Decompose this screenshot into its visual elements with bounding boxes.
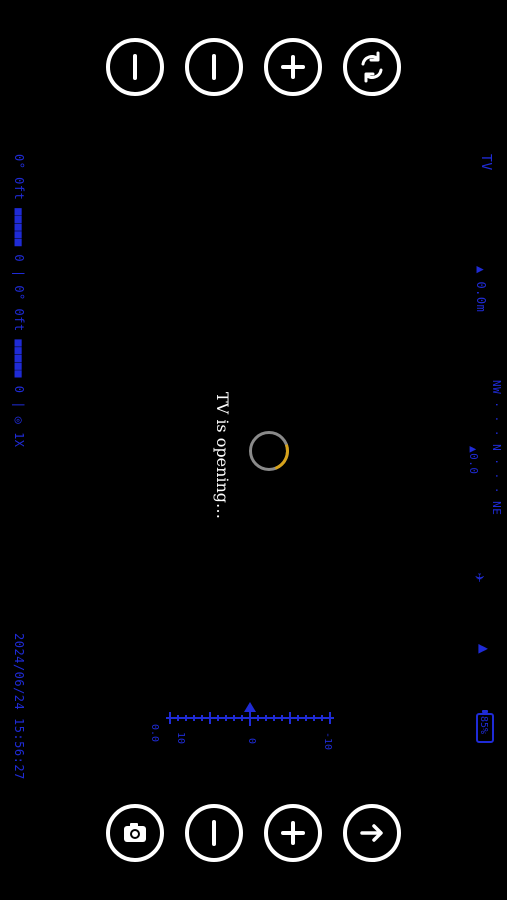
ruler-label-2: 0 bbox=[246, 738, 257, 745]
hud-compass-value: ▲0.0 bbox=[467, 446, 480, 475]
line-icon bbox=[204, 818, 224, 848]
hud-datetime: 2024/06/24 15:56:27 bbox=[12, 633, 26, 780]
video-screen: 0° 0ft ■■■■■ 0 | 0° 0ft ■■■■■ 0 | ◎ 1X 2… bbox=[0, 0, 507, 900]
ruler-label-1: 10 bbox=[175, 732, 186, 745]
camera-icon bbox=[120, 818, 150, 848]
plus-icon bbox=[278, 818, 308, 848]
loading-arc bbox=[242, 424, 296, 478]
add-button[interactable] bbox=[264, 38, 322, 96]
refresh-icon bbox=[355, 50, 389, 84]
loading-spinner-icon bbox=[242, 424, 296, 478]
arrow-right-icon bbox=[355, 816, 389, 850]
ruler-label-0: 0.0 bbox=[149, 724, 160, 743]
right-control-button[interactable] bbox=[185, 38, 243, 96]
ruler-graphic bbox=[166, 702, 334, 726]
status-text: TV is opening… bbox=[213, 392, 232, 520]
line-icon bbox=[125, 52, 145, 82]
line-button[interactable] bbox=[185, 804, 243, 862]
battery-level: 85% bbox=[478, 716, 489, 735]
hud-compass: NW · · · N · · · NE bbox=[490, 380, 503, 516]
camera-button[interactable] bbox=[106, 804, 164, 862]
add-button-2[interactable] bbox=[264, 804, 322, 862]
left-control-button[interactable] bbox=[106, 38, 164, 96]
ruler-label-3: -10 bbox=[322, 732, 333, 751]
hud-altitude: ▲ 0.0m bbox=[474, 266, 488, 313]
next-button[interactable] bbox=[343, 804, 401, 862]
tilt-ruler bbox=[160, 700, 340, 742]
plus-icon bbox=[278, 52, 308, 82]
refresh-button[interactable] bbox=[343, 38, 401, 96]
line-icon bbox=[204, 52, 224, 82]
plane-icon: ✈ bbox=[471, 573, 490, 584]
signal-icon: ▲ bbox=[475, 644, 494, 655]
hud-left-telemetry: 0° 0ft ■■■■■ 0 | 0° 0ft ■■■■■ 0 | ◎ 1X bbox=[12, 154, 26, 448]
hud-mode-label: TV bbox=[478, 154, 493, 171]
